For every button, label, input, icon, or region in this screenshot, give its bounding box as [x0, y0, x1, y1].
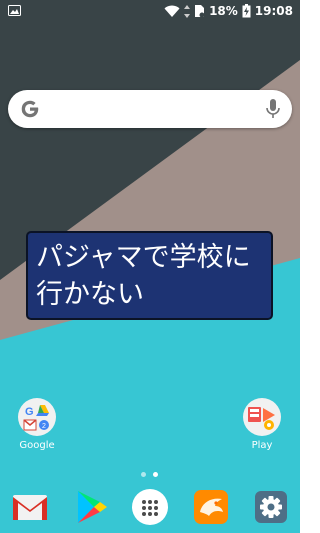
note-widget[interactable]: パジャマで学校に行かない	[26, 231, 273, 320]
svg-text:2: 2	[42, 423, 46, 430]
svg-text:G: G	[25, 406, 34, 418]
note-text: パジャマで学校に行かない	[36, 242, 251, 310]
play-folder-label: Play	[251, 440, 273, 451]
gallery-notification-icon	[8, 5, 21, 16]
gmail-icon[interactable]	[11, 488, 49, 526]
google-folder-icon: G 2	[18, 398, 56, 436]
app-drawer-icon[interactable]	[131, 488, 169, 526]
battery-percent: 18%	[209, 4, 238, 18]
cm-browser-icon[interactable]	[192, 488, 230, 526]
google-g-icon	[21, 100, 39, 118]
data-arrows-icon	[184, 4, 191, 18]
mic-icon[interactable]	[266, 99, 280, 119]
settings-icon[interactable]	[252, 488, 290, 526]
play-folder[interactable]: Play	[232, 398, 292, 451]
sim-icon	[195, 5, 205, 18]
clock: 19:08	[254, 4, 293, 18]
page-indicator	[141, 472, 158, 477]
status-bar: 18% 19:08	[0, 0, 300, 22]
play-store-icon[interactable]	[72, 488, 110, 526]
google-folder[interactable]: G 2 Google	[7, 398, 67, 451]
battery-charging-icon	[242, 4, 251, 18]
google-folder-label: Google	[19, 440, 55, 451]
page-dot-active[interactable]	[153, 472, 158, 477]
play-folder-icon	[243, 398, 281, 436]
page-dot[interactable]	[141, 472, 146, 477]
dock	[0, 488, 300, 528]
google-search-bar[interactable]	[8, 90, 292, 128]
wifi-icon	[164, 5, 180, 17]
